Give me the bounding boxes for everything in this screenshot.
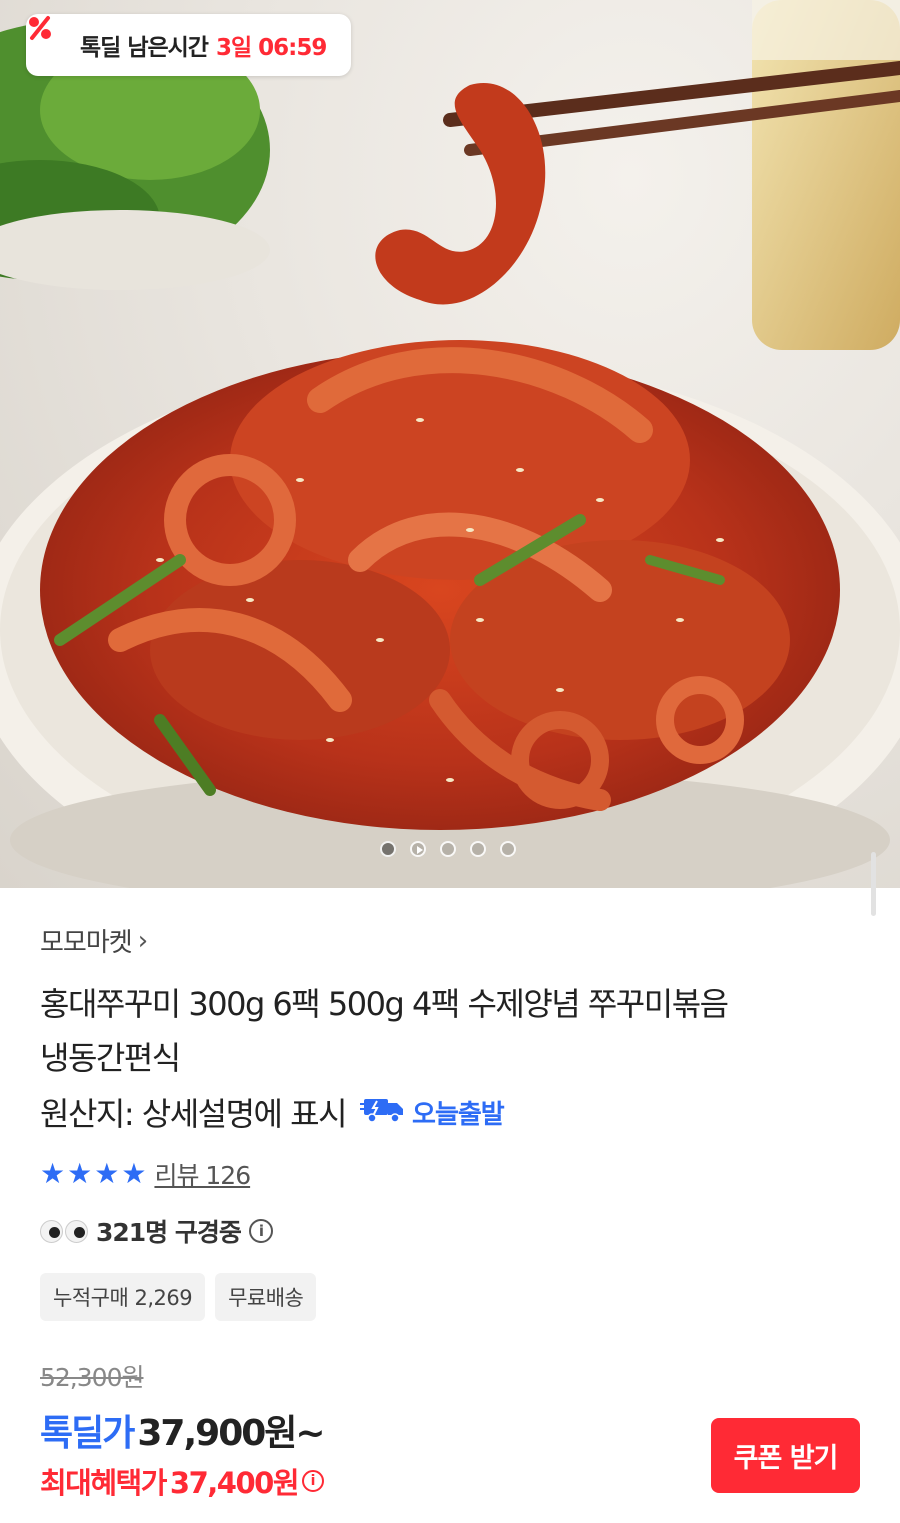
gallery-pagination bbox=[380, 841, 516, 857]
original-price: 52,300원 bbox=[40, 1363, 144, 1392]
get-coupon-button[interactable]: 쿠폰 받기 bbox=[711, 1418, 860, 1493]
product-image-gallery[interactable]: 톡딜 남은시간 3일 06:59 bbox=[0, 0, 900, 888]
today-shipping-label: 오늘출발 bbox=[412, 1099, 505, 1130]
star-icon: ★ bbox=[67, 1157, 93, 1190]
best-benefit-row: 최대혜택가 37,400원 i bbox=[40, 1460, 324, 1502]
price-block: 52,300원 톡딜가 37,900원~ 최대혜택가 37,400원 i bbox=[40, 1358, 326, 1502]
tag-cumulative-purchases: 누적구매 2,269 bbox=[40, 1273, 206, 1321]
deal-timer-label: 톡딜 남은시간 bbox=[80, 35, 209, 61]
gallery-video-dot[interactable] bbox=[410, 841, 426, 857]
chevron-right-icon: › bbox=[137, 925, 148, 956]
review-link[interactable]: 리뷰 126 bbox=[154, 1156, 251, 1192]
delivery-truck-icon bbox=[360, 1094, 406, 1131]
gallery-dot[interactable] bbox=[440, 841, 456, 857]
viewers-row: 321명 구경중 i bbox=[40, 1213, 273, 1249]
scrollbar[interactable] bbox=[871, 852, 876, 916]
product-tags: 누적구매 2,269 무료배송 bbox=[40, 1273, 317, 1321]
rating-row: ★ ★ ★ ★ 리뷰 126 bbox=[40, 1156, 251, 1192]
gallery-dot[interactable] bbox=[500, 841, 516, 857]
star-icon: ★ bbox=[40, 1157, 66, 1190]
origin-row: 원산지: 상세설명에 표시 오늘출발 bbox=[40, 1085, 870, 1139]
star-icon: ★ bbox=[94, 1157, 120, 1190]
today-shipping-badge: 오늘출발 bbox=[360, 1094, 505, 1131]
star-rating: ★ ★ ★ ★ bbox=[40, 1160, 146, 1188]
product-photo bbox=[0, 0, 900, 888]
tag-free-shipping: 무료배송 bbox=[215, 1273, 317, 1321]
info-icon[interactable]: i bbox=[302, 1470, 324, 1492]
best-benefit-price: 37,400원 bbox=[169, 1466, 300, 1500]
deal-price: 37,900원~ bbox=[137, 1413, 325, 1454]
gallery-dot[interactable] bbox=[470, 841, 486, 857]
product-title: 홍대쭈꾸미 300g 6팩 500g 4팩 수제양념 쭈꾸미볶음 냉동간편식 bbox=[40, 977, 870, 1085]
deal-price-row: 톡딜가 37,900원~ bbox=[40, 1404, 326, 1456]
deal-timer-time: 3일 06:59 bbox=[215, 35, 327, 61]
seller-link[interactable]: 모모마켓 › bbox=[40, 922, 870, 959]
product-title-line: 냉동간편식 bbox=[40, 1039, 181, 1077]
origin-text: 원산지: 상세설명에 표시 bbox=[40, 1095, 348, 1133]
gallery-dot[interactable] bbox=[380, 841, 396, 857]
percent-icon bbox=[29, 16, 72, 60]
seller-name: 모모마켓 bbox=[40, 928, 133, 958]
info-icon[interactable]: i bbox=[248, 1219, 273, 1243]
viewers-text: 321명 구경중 bbox=[96, 1218, 242, 1247]
product-title-line: 홍대쭈꾸미 300g 6팩 500g 4팩 수제양념 쭈꾸미볶음 bbox=[40, 985, 729, 1023]
product-info: 모모마켓 › 홍대쭈꾸미 300g 6팩 500g 4팩 수제양념 쭈꾸미볶음 … bbox=[40, 922, 870, 1139]
deal-timer-badge: 톡딜 남은시간 3일 06:59 bbox=[26, 14, 351, 76]
best-benefit-label: 최대혜택가 bbox=[40, 1466, 167, 1500]
deal-price-label: 톡딜가 bbox=[40, 1413, 135, 1454]
star-icon: ★ bbox=[121, 1157, 147, 1190]
eyes-icon bbox=[40, 1219, 88, 1243]
